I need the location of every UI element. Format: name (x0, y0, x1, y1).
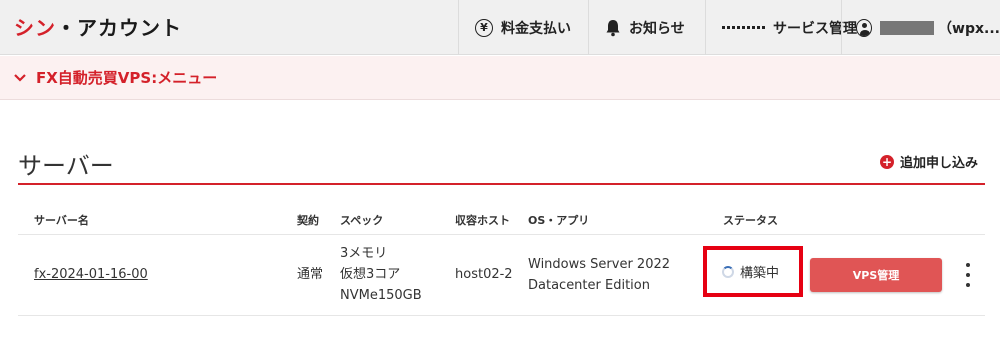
nav-account-menu[interactable]: （wpx... (841, 0, 1000, 55)
nav-notifications-label: お知らせ (629, 20, 685, 37)
add-application-button[interactable]: + 追加申し込み (879, 152, 978, 171)
nav-service-management[interactable]: サービス管理 (705, 0, 857, 55)
os-name-line2: Datacenter Edition (528, 278, 650, 293)
os-name-line1: Windows Server 2022 (528, 257, 671, 272)
bell-icon (605, 19, 621, 37)
column-header-host: 収容ホスト (455, 214, 510, 227)
user-icon (856, 18, 873, 37)
yen-icon: ¥ (475, 18, 493, 37)
account-label-suffix: （wpx... (938, 20, 1000, 37)
contract-type: 通常 (297, 267, 324, 282)
column-header-os: OS・アプリ (528, 214, 590, 227)
page-title: サーバー (18, 152, 114, 180)
brand-logo[interactable]: シン・アカウント (14, 12, 182, 41)
menu-bar[interactable]: FX自動売買VPS:メニュー (0, 56, 1000, 100)
nav-payment[interactable]: ¥ 料金支払い (458, 0, 588, 55)
grid-icon (722, 26, 765, 29)
server-name-link[interactable]: fx-2024-01-16-00 (34, 264, 148, 285)
column-header-server-name: サーバー名 (34, 214, 89, 227)
more-options-icon[interactable] (958, 263, 978, 287)
table-row-divider (18, 234, 985, 235)
host-name: host02-2 (455, 267, 513, 282)
plus-circle-icon: + (879, 154, 894, 169)
column-header-contract: 契約 (297, 214, 319, 227)
column-header-status: ステータス (723, 214, 778, 227)
nav-notifications[interactable]: お知らせ (588, 0, 705, 55)
redacted-username (880, 20, 935, 35)
top-header: シン・アカウント ¥ 料金支払い お知らせ サービス管理 （wpx... (0, 0, 1000, 55)
table-row-divider-bottom (18, 315, 985, 316)
nav-payment-label: 料金支払い (501, 20, 571, 37)
spec-memory: 3メモリ (340, 246, 388, 261)
status-text: 構築中 (740, 266, 780, 281)
loading-spinner-icon (722, 265, 734, 278)
section-divider (18, 183, 985, 185)
vps-management-button[interactable]: VPS管理 (810, 258, 942, 292)
chevron-down-icon (14, 70, 26, 86)
column-header-spec: スペック (340, 214, 384, 227)
add-application-label: 追加申し込み (899, 156, 978, 171)
menu-title: FX自動売買VPS:メニュー (36, 69, 218, 87)
status-badge: 構築中 (703, 246, 803, 297)
spec-storage: NVMe150GB (340, 288, 422, 303)
spec-cpu: 仮想3コア (340, 267, 401, 282)
